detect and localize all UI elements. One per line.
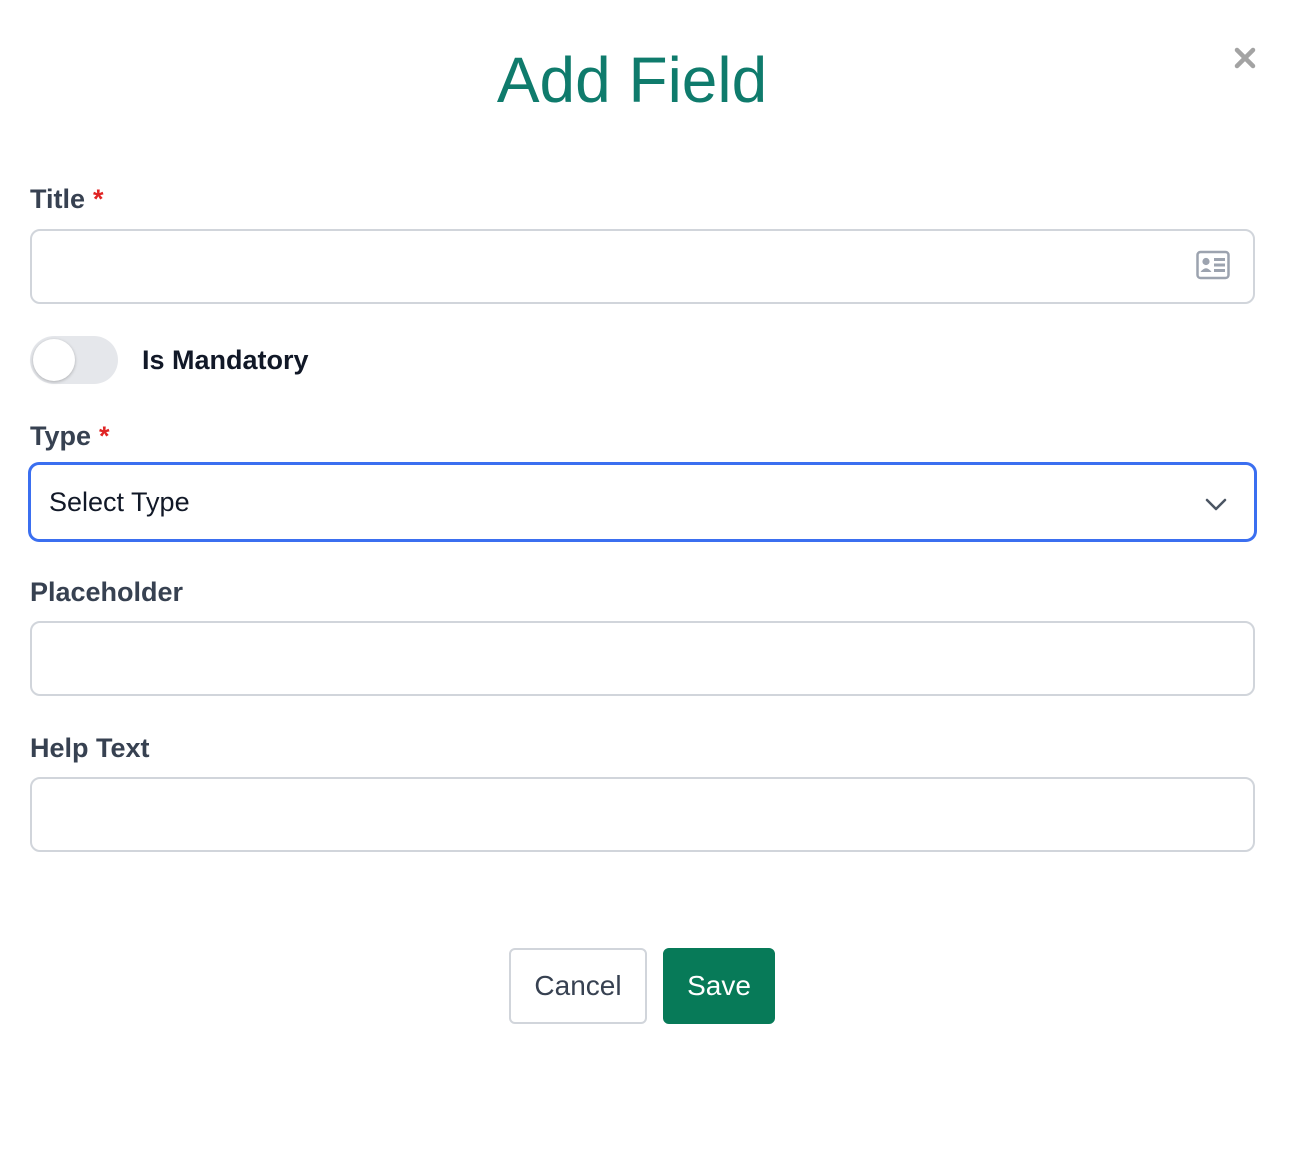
- contact-card-icon[interactable]: [1196, 250, 1230, 280]
- save-button[interactable]: Save: [663, 948, 775, 1024]
- title-label-text: Title: [30, 184, 86, 214]
- close-icon[interactable]: [1229, 42, 1261, 74]
- dialog-title: Add Field: [496, 44, 768, 116]
- placeholder-label: Placeholder: [30, 577, 184, 607]
- title-label: Title *: [30, 182, 104, 216]
- type-select-value: Select Type: [49, 487, 190, 517]
- is-mandatory-toggle[interactable]: [30, 336, 118, 384]
- type-select[interactable]: Select Type: [29, 463, 1256, 541]
- type-label-text: Type: [30, 421, 92, 451]
- required-marker: *: [93, 184, 104, 214]
- add-field-dialog: Add Field Title * Is Mandatory Type * Sele…: [0, 0, 1296, 1160]
- chevron-down-icon: [1203, 491, 1229, 517]
- type-label: Type *: [30, 419, 110, 453]
- title-input[interactable]: [30, 229, 1255, 304]
- placeholder-input[interactable]: [30, 621, 1255, 696]
- required-marker: *: [99, 421, 110, 451]
- toggle-knob: [33, 339, 75, 381]
- cancel-button[interactable]: Cancel: [509, 948, 647, 1024]
- is-mandatory-label: Is Mandatory: [142, 345, 309, 375]
- help-text-input[interactable]: [30, 777, 1255, 852]
- help-text-label: Help Text: [30, 733, 150, 763]
